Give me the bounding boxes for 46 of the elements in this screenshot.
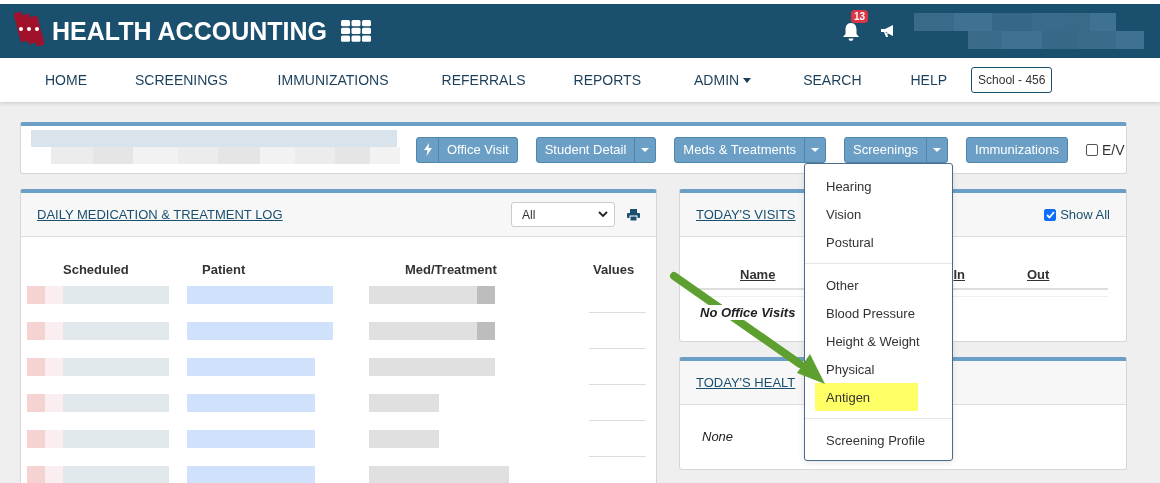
card-title-link[interactable]: TODAY'S VISITS xyxy=(696,207,796,222)
card-title-link[interactable]: DAILY MEDICATION & TREATMENT LOG xyxy=(37,207,283,222)
column-header: Med/Treatment xyxy=(405,262,498,277)
column-header: In xyxy=(953,267,965,282)
menu-item[interactable]: Antigen xyxy=(815,383,919,411)
menu-item[interactable]: Postural xyxy=(826,228,874,256)
column-header: Patient xyxy=(202,262,247,277)
nav-link[interactable]: IMMUNIZATIONS xyxy=(277,72,389,88)
notification-badge: 13 xyxy=(851,10,869,23)
nav-link[interactable]: SCREENINGS xyxy=(135,72,228,88)
checkbox-label: Show All xyxy=(1060,207,1110,222)
menu-item[interactable]: Screening Profile xyxy=(826,426,925,454)
column-header: Name xyxy=(740,267,776,282)
caret-icon xyxy=(641,147,650,152)
filter-select[interactable]: All xyxy=(511,202,615,227)
empty-message: None xyxy=(702,429,734,444)
checkbox[interactable] xyxy=(1044,208,1057,221)
empty-message: No Office Visits xyxy=(700,305,796,320)
chevron-icon xyxy=(598,211,608,218)
nav-link[interactable]: REFERRALS xyxy=(441,72,526,88)
menu-item[interactable]: Other xyxy=(826,271,859,299)
menu-item[interactable]: Physical xyxy=(826,355,875,383)
nav-link[interactable]: HOME xyxy=(45,72,87,88)
checkbox-label: E/V xyxy=(1101,141,1125,158)
nav-link[interactable]: HELP xyxy=(910,72,948,88)
menu-item[interactable]: Hearing xyxy=(826,172,872,200)
column-header: Out xyxy=(1027,267,1050,282)
card-title-link[interactable]: TODAY'S HEALT xyxy=(696,375,796,390)
caret-icon xyxy=(933,147,942,152)
print-icon[interactable] xyxy=(627,208,640,221)
column-header: Values xyxy=(593,262,636,277)
school-selector[interactable]: School - 456 xyxy=(971,67,1053,93)
menu-item[interactable]: Vision xyxy=(826,200,862,228)
nav-dropdown[interactable]: ADMIN xyxy=(694,72,752,88)
nav-link[interactable]: REPORTS xyxy=(573,72,641,88)
megaphone-icon[interactable] xyxy=(880,24,896,38)
notification-bell-icon[interactable] xyxy=(842,22,860,42)
app-title: HEALTH ACCOUNTING xyxy=(52,16,327,46)
apps-grid-icon[interactable] xyxy=(341,20,371,42)
menu-item[interactable]: Blood Pressure xyxy=(826,299,915,327)
checkbox[interactable] xyxy=(1085,143,1098,156)
menu-item[interactable]: Height & Weight xyxy=(826,327,920,355)
column-header: Scheduled xyxy=(63,262,130,277)
caret-icon xyxy=(811,147,820,152)
caret-icon xyxy=(743,77,752,83)
nav-link[interactable]: SEARCH xyxy=(803,72,862,88)
